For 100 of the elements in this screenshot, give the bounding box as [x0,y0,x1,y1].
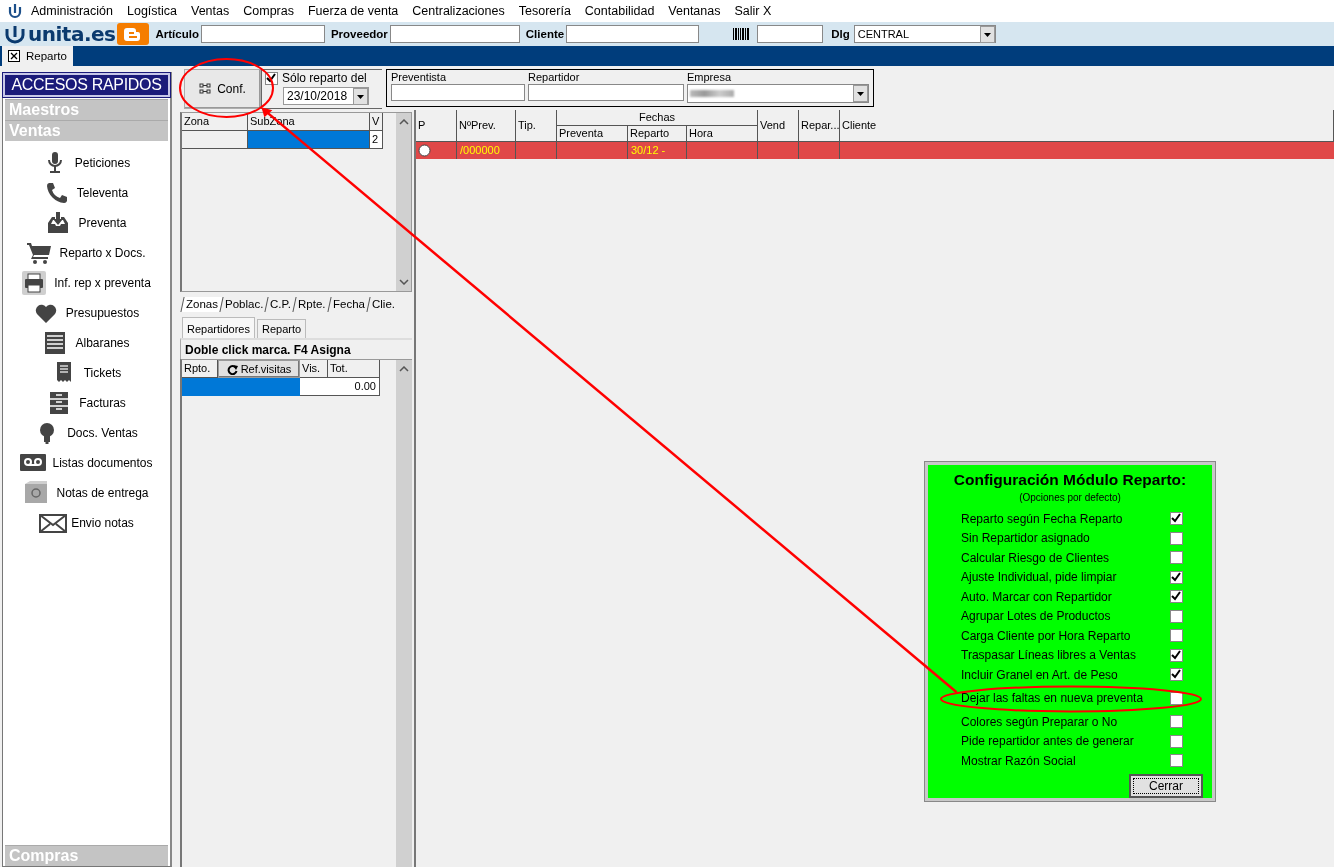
sidebar-item[interactable]: Reparto x Docs. [27,239,146,267]
menu-item[interactable]: Logística [120,4,184,18]
input-field[interactable] [389,25,520,43]
checkbox[interactable] [1170,715,1183,729]
field-label: Proveedor [330,28,388,40]
document-tab[interactable]: Reparto [2,46,73,66]
checkbox[interactable] [1170,754,1183,768]
sidebar-item[interactable]: Listas documentos [20,449,153,477]
field-label: Cliente [525,28,565,40]
sidebar-item[interactable]: Albaranes [43,329,130,357]
table-cell [687,142,758,159]
sidebar-item[interactable]: Envio notas [39,509,134,537]
checkbox[interactable] [1170,609,1183,623]
selected-cell[interactable] [248,131,370,149]
field-label: Repartidor [528,71,581,83]
refresh-button[interactable]: Ref.visitas [218,360,300,378]
field-label: Artículo [155,28,199,40]
scroll-up-icon [398,119,409,125]
column-header[interactable]: Vis. [300,360,328,378]
option-label: Ajuste Individual, pide limpiar [961,570,1117,585]
menu-item[interactable]: Ventas [184,4,237,18]
sidebar-item[interactable]: Inf. rep x preventa [22,269,151,297]
checkbox[interactable] [1170,734,1183,748]
option-label: Pide repartidor antes de generar [961,734,1134,749]
close-button[interactable]: Cerrar [1129,773,1203,798]
input-field[interactable] [200,25,325,43]
sidebar-item[interactable]: Notas de entrega [24,479,149,507]
app-logo-icon [8,3,22,19]
column-header[interactable]: Tot. [328,360,380,378]
option-label: Reparto según Fecha Reparto [961,511,1123,526]
close-icon[interactable] [8,50,20,62]
table-cell [799,142,840,159]
checkbox[interactable] [1170,512,1183,526]
option-label: Traspasar Líneas libres a Ventas [961,648,1136,663]
table-cell: 0.00 [300,378,380,396]
scrollbar[interactable] [395,113,411,291]
option-label: Calcular Riesgo de Clientes [961,550,1110,565]
checkbox[interactable] [1170,648,1183,662]
tab[interactable]: Repartidores [182,317,255,338]
input-field[interactable] [528,84,684,101]
menu-item[interactable]: Contabilidad [577,4,662,18]
column-header[interactable]: V [370,113,383,131]
sidebar-item[interactable]: Televenta [44,179,129,207]
scrollbar[interactable] [396,360,412,867]
table-cell: /000000 [457,142,516,159]
checkbox[interactable] [1170,531,1183,545]
menu-item[interactable]: Administración [24,4,120,18]
input-field[interactable] [566,25,700,43]
field-label: Preventista [391,71,448,83]
dialog-subtitle: (Opciones por defecto) [1019,492,1121,503]
checkbox[interactable] [1170,551,1183,565]
tab[interactable]: Reparto [257,319,307,338]
option-label: Colores según Preparar o No [961,714,1118,729]
column-header[interactable]: Zona [182,113,248,131]
checkbox[interactable] [1170,668,1183,682]
option-label: Carga Cliente por Hora Reparto [961,628,1131,643]
radio-button[interactable] [418,144,431,157]
menu-item[interactable]: Centralizaciones [405,4,512,18]
brand-logo: unita.es [28,22,116,46]
menu-item[interactable]: Ventanas [661,4,728,18]
checkbox[interactable] [1170,629,1183,643]
menu-item[interactable]: Salir X [727,4,779,18]
sidebar-item[interactable]: Preventa [46,209,127,237]
scroll-down-icon [398,279,409,285]
input-field[interactable] [391,84,525,101]
menu-item[interactable]: Tesorería [511,4,578,18]
logo-mark-icon [4,24,26,44]
sidebar-item[interactable]: Tickets [51,359,122,387]
grid-icon [199,83,214,95]
option-label: Auto. Marcar con Repartidor [961,589,1112,604]
sidebar-item[interactable]: Docs. Ventas [35,419,138,447]
menu-item[interactable]: Fuerza de venta [300,4,406,18]
option-label: Sin Repartidor asignado [961,531,1090,546]
dropdown[interactable]: CENTRAL [853,25,996,43]
menu-item[interactable]: Compras [236,4,301,18]
tab[interactable]: Zonas [180,297,223,312]
checkbox[interactable] [1170,570,1183,584]
barcode-field[interactable] [757,25,824,43]
sidebar-item[interactable]: Peticiones [42,149,131,177]
dialog-title: Configuración Módulo Reparto: [953,471,1187,489]
envelope-icon [39,511,68,535]
option-label: Mostrar Razón Social [961,753,1076,768]
checkbox-label: Sólo reparto del [282,71,367,85]
table-cell: 2 [370,131,383,149]
barcode-icon [733,28,750,40]
option-label: Incluir Granel en Art. de Peso [961,667,1118,682]
field-label: Dlg [831,28,850,40]
refresh-icon [226,363,238,375]
date-dropdown[interactable]: 23/10/2018 [283,87,369,105]
sidebar-item[interactable]: Facturas [47,389,126,417]
option-label: Agrupar Lotes de Productos [961,609,1111,624]
sidebar-item[interactable]: Presupuestos [33,299,140,327]
config-button[interactable]: Conf. [184,69,261,109]
table-cell: 30/12 - [628,142,687,159]
column-group-header: Fechas [557,110,758,126]
checkbox[interactable] [1170,691,1183,705]
checkbox[interactable] [1170,590,1183,604]
panel-title: ACCESOS RAPIDOS [3,73,170,97]
table-cell [758,142,799,159]
column-header[interactable]: Rpto. [182,360,218,378]
